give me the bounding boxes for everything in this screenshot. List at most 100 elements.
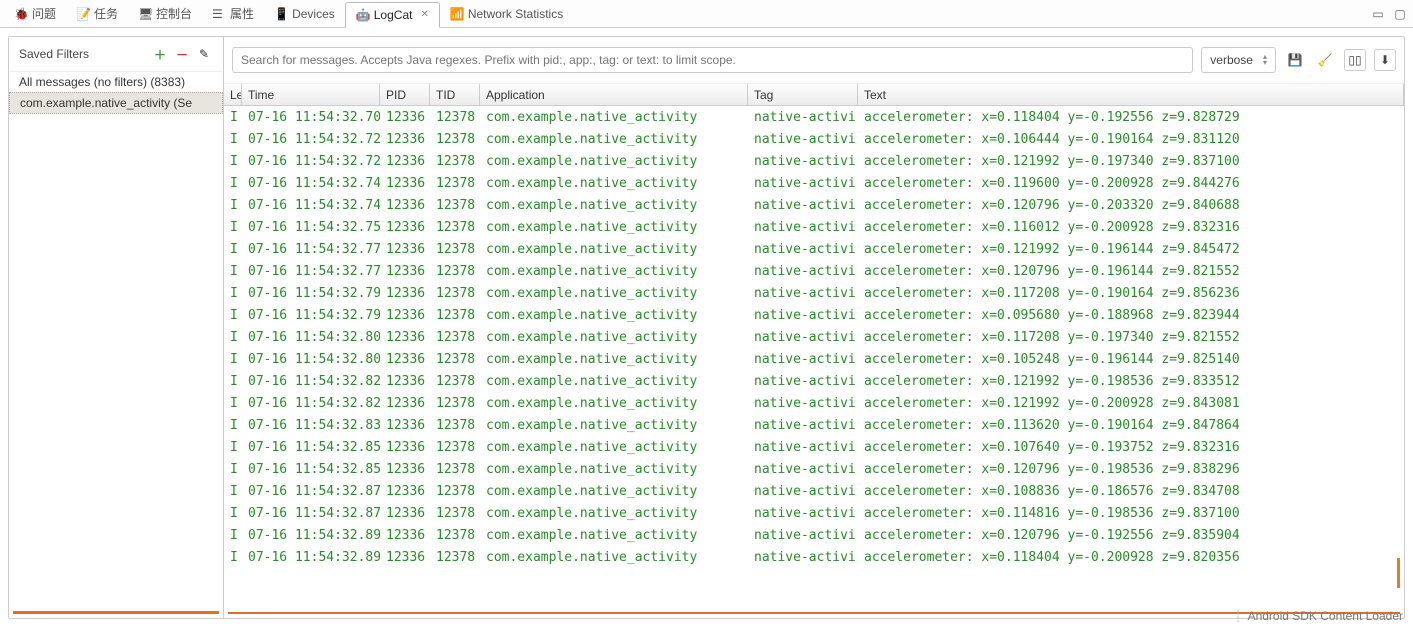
- cell-level: I: [224, 220, 242, 235]
- table-row[interactable]: I07-16 11:54:32.741233612378com.example.…: [224, 194, 1404, 216]
- scroll-lock-button[interactable]: ⬇: [1374, 49, 1396, 71]
- col-pid[interactable]: PID: [380, 84, 430, 105]
- cell-text: accelerometer: x=0.106444 y=-0.190164 z=…: [858, 132, 1404, 147]
- tab-problems[interactable]: 🐞问题: [4, 1, 66, 27]
- tab-properties[interactable]: ☰属性: [202, 1, 264, 27]
- table-row[interactable]: I07-16 11:54:32.801233612378com.example.…: [224, 348, 1404, 370]
- toggle-view-button[interactable]: ▯▯: [1344, 49, 1366, 71]
- cell-pid: 12336: [380, 506, 430, 521]
- log-pane: verbose 💾 🧹 ▯▯ ⬇ Le Time PID TID Applica…: [224, 37, 1404, 618]
- search-input[interactable]: [232, 47, 1193, 73]
- tab-devices[interactable]: 📱Devices: [264, 1, 345, 27]
- tab-bar: 🐞问题 📝任务 🖥控制台 ☰属性 📱Devices 🤖LogCat ✕ 📶Net…: [0, 0, 1413, 28]
- table-row[interactable]: I07-16 11:54:32.851233612378com.example.…: [224, 458, 1404, 480]
- cell-pid: 12336: [380, 242, 430, 257]
- cell-time: 07-16 11:54:32.82: [242, 396, 380, 411]
- tab-tasks[interactable]: 📝任务: [66, 1, 128, 27]
- col-tag[interactable]: Tag: [748, 84, 858, 105]
- col-text[interactable]: Text: [858, 84, 1404, 105]
- cell-app: com.example.native_activity: [480, 330, 748, 345]
- minimize-icon[interactable]: ▭: [1369, 5, 1387, 23]
- tab-logcat[interactable]: 🤖LogCat ✕: [345, 2, 440, 28]
- table-row[interactable]: I07-16 11:54:32.741233612378com.example.…: [224, 172, 1404, 194]
- cell-tid: 12378: [430, 418, 480, 433]
- cell-level: I: [224, 242, 242, 257]
- cell-tag: native-activi: [748, 462, 858, 477]
- cell-tag: native-activi: [748, 286, 858, 301]
- cell-time: 07-16 11:54:32.82: [242, 374, 380, 389]
- cell-tid: 12378: [430, 264, 480, 279]
- cell-level: I: [224, 462, 242, 477]
- table-row[interactable]: I07-16 11:54:32.701233612378com.example.…: [224, 106, 1404, 128]
- cell-tid: 12378: [430, 176, 480, 191]
- table-row[interactable]: I07-16 11:54:32.871233612378com.example.…: [224, 502, 1404, 524]
- cell-time: 07-16 11:54:32.85: [242, 440, 380, 455]
- cell-level: I: [224, 110, 242, 125]
- cell-tag: native-activi: [748, 110, 858, 125]
- cell-pid: 12336: [380, 528, 430, 543]
- col-app[interactable]: Application: [480, 84, 748, 105]
- table-row[interactable]: I07-16 11:54:32.831233612378com.example.…: [224, 414, 1404, 436]
- sidebar-item-all[interactable]: All messages (no filters) (8383): [9, 72, 223, 92]
- sidebar-item-app[interactable]: com.example.native_activity (Se: [9, 92, 223, 114]
- scrollbar-indicator[interactable]: [1397, 558, 1400, 588]
- add-filter-button[interactable]: ＋: [151, 45, 169, 63]
- table-row[interactable]: I07-16 11:54:32.751233612378com.example.…: [224, 216, 1404, 238]
- cell-text: accelerometer: x=0.120796 y=-0.196144 z=…: [858, 264, 1404, 279]
- cell-time: 07-16 11:54:32.89: [242, 550, 380, 565]
- cell-pid: 12336: [380, 198, 430, 213]
- table-row[interactable]: I07-16 11:54:32.871233612378com.example.…: [224, 480, 1404, 502]
- table-row[interactable]: I07-16 11:54:32.721233612378com.example.…: [224, 128, 1404, 150]
- table-row[interactable]: I07-16 11:54:32.791233612378com.example.…: [224, 304, 1404, 326]
- remove-filter-button[interactable]: －: [173, 45, 191, 63]
- table-row[interactable]: I07-16 11:54:32.851233612378com.example.…: [224, 436, 1404, 458]
- sidebar-header: Saved Filters ＋ － ✎: [9, 37, 223, 72]
- cell-app: com.example.native_activity: [480, 176, 748, 191]
- cell-level: I: [224, 286, 242, 301]
- table-row[interactable]: I07-16 11:54:32.821233612378com.example.…: [224, 392, 1404, 414]
- close-icon[interactable]: ✕: [420, 9, 428, 20]
- table-header: Le Time PID TID Application Tag Text: [224, 84, 1404, 106]
- tab-network[interactable]: 📶Network Statistics: [440, 1, 573, 27]
- col-tid[interactable]: TID: [430, 84, 480, 105]
- col-time[interactable]: Time: [242, 84, 380, 105]
- cell-pid: 12336: [380, 330, 430, 345]
- cell-tag: native-activi: [748, 264, 858, 279]
- cell-time: 07-16 11:54:32.80: [242, 330, 380, 345]
- chevron-updown-icon: [1263, 54, 1267, 66]
- cell-text: accelerometer: x=0.107640 y=-0.193752 z=…: [858, 440, 1404, 455]
- cell-tid: 12378: [430, 154, 480, 169]
- table-row[interactable]: I07-16 11:54:32.791233612378com.example.…: [224, 282, 1404, 304]
- level-value: verbose: [1210, 53, 1253, 67]
- cell-app: com.example.native_activity: [480, 132, 748, 147]
- cell-app: com.example.native_activity: [480, 220, 748, 235]
- table-row[interactable]: I07-16 11:54:32.801233612378com.example.…: [224, 326, 1404, 348]
- level-select[interactable]: verbose: [1201, 47, 1276, 73]
- table-row[interactable]: I07-16 11:54:32.821233612378com.example.…: [224, 370, 1404, 392]
- toolbar: verbose 💾 🧹 ▯▯ ⬇: [224, 37, 1404, 84]
- cell-time: 07-16 11:54:32.85: [242, 462, 380, 477]
- tab-console[interactable]: 🖥控制台: [128, 1, 202, 27]
- tab-label: LogCat: [374, 8, 413, 22]
- cell-level: I: [224, 264, 242, 279]
- cell-pid: 12336: [380, 374, 430, 389]
- cell-tag: native-activi: [748, 154, 858, 169]
- save-log-button[interactable]: 💾: [1284, 49, 1306, 71]
- cell-time: 07-16 11:54:32.87: [242, 506, 380, 521]
- cell-level: I: [224, 440, 242, 455]
- col-level[interactable]: Le: [224, 84, 242, 105]
- table-row[interactable]: I07-16 11:54:32.721233612378com.example.…: [224, 150, 1404, 172]
- cell-time: 07-16 11:54:32.77: [242, 242, 380, 257]
- cell-tag: native-activi: [748, 528, 858, 543]
- table-row[interactable]: I07-16 11:54:32.771233612378com.example.…: [224, 238, 1404, 260]
- table-row[interactable]: I07-16 11:54:32.891233612378com.example.…: [224, 524, 1404, 546]
- cell-app: com.example.native_activity: [480, 528, 748, 543]
- clear-log-button[interactable]: 🧹: [1314, 49, 1336, 71]
- checklist-icon: 📝: [76, 7, 90, 21]
- cell-tid: 12378: [430, 396, 480, 411]
- divider: ┊: [1234, 609, 1241, 623]
- maximize-icon[interactable]: ▢: [1391, 5, 1409, 23]
- table-row[interactable]: I07-16 11:54:32.891233612378com.example.…: [224, 546, 1404, 568]
- edit-filter-button[interactable]: ✎: [195, 45, 213, 63]
- table-row[interactable]: I07-16 11:54:32.771233612378com.example.…: [224, 260, 1404, 282]
